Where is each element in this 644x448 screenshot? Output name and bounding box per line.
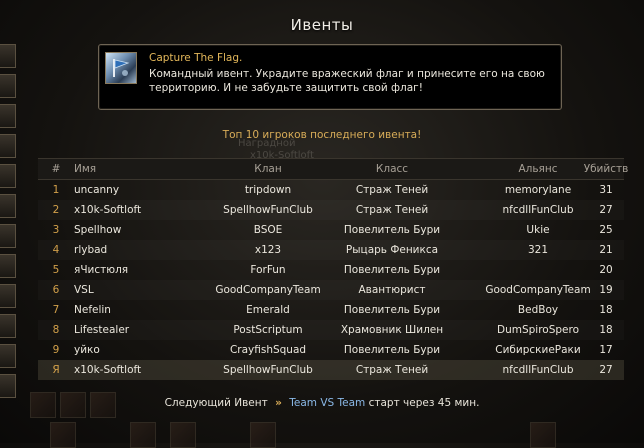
toolbar-slot[interactable]: [0, 344, 16, 368]
clan-cell: x123: [254, 244, 282, 256]
kills-cell: 31: [599, 184, 613, 196]
toolbar-slot[interactable]: [0, 74, 16, 98]
column-header-kills[interactable]: Убийств: [566, 159, 644, 179]
rank-cell: 3: [52, 224, 60, 236]
class-cell: Повелитель Бури: [343, 344, 441, 356]
clan-cell: CrayfishSquad: [229, 344, 307, 356]
class-cell: Страж Теней: [355, 184, 429, 196]
table-row[interactable]: 9 уйко CrayfishSquad Повелитель Бури Сиб…: [38, 340, 624, 360]
skill-slot[interactable]: [50, 422, 76, 448]
table-row[interactable]: 5 яЧистюля ForFun Повелитель Бури 20: [38, 260, 624, 280]
clan-cell: BSOE: [253, 224, 283, 236]
table-row[interactable]: 3 Spellhow BSOE Повелитель Бури Ukie 25: [38, 220, 624, 240]
clan-cell: PostScriptum: [233, 324, 303, 336]
kills-cell: 21: [599, 244, 613, 256]
kills-cell: 27: [599, 364, 613, 376]
clan-cell: ForFun: [250, 264, 286, 276]
next-event-start-time: старт через 45 мин.: [368, 397, 480, 409]
table-row-current-player[interactable]: Я x10k-Softloft SpellhowFunClub Страж Те…: [38, 360, 624, 380]
clan-cell: SpellhowFunClub: [223, 204, 313, 216]
kills-cell: 18: [599, 324, 613, 336]
table-row[interactable]: 8 Lifestealer PostScriptum Храмовник Шил…: [38, 320, 624, 340]
class-cell: Страж Теней: [355, 364, 429, 376]
rank-cell: 1: [52, 184, 60, 196]
table-row[interactable]: 1 uncanny tripdown Страж Теней memorylan…: [38, 180, 624, 200]
event-info-panel: Capture The Flag. Командный ивент. Украд…: [98, 44, 562, 110]
column-header-num[interactable]: #: [38, 159, 74, 179]
top-players-caption: Топ 10 игроков последнего ивента!: [222, 129, 422, 141]
table-row[interactable]: 7 Nefelin Emerald Повелитель Бури BedBoy…: [38, 300, 624, 320]
clan-cell: GoodCompanyTeam: [215, 284, 321, 296]
kills-cell: 17: [599, 344, 613, 356]
next-event-line: Следующий Ивент » Team VS Team старт чер…: [0, 397, 644, 409]
class-cell: Повелитель Бури: [343, 264, 441, 276]
rank-cell: 5: [52, 264, 60, 276]
window-title: Ивенты: [290, 16, 354, 34]
rank-cell: 8: [52, 324, 60, 336]
skill-slot[interactable]: [250, 422, 276, 448]
event-description: Командный ивент. Украдите вражеский флаг…: [149, 68, 545, 94]
toolbar-slot[interactable]: [0, 224, 16, 248]
class-cell: Страж Теней: [355, 204, 429, 216]
rank-cell: Я: [52, 364, 60, 376]
kills-cell: 18: [599, 304, 613, 316]
column-header-class[interactable]: Класс: [327, 159, 457, 179]
skill-slot[interactable]: [170, 422, 196, 448]
kills-cell: 27: [599, 204, 613, 216]
rank-cell: 2: [52, 204, 60, 216]
rank-cell: 6: [52, 284, 60, 296]
toolbar-slot[interactable]: [0, 254, 16, 278]
rank-cell: 4: [52, 244, 60, 256]
clan-cell: tripdown: [244, 184, 292, 196]
toolbar-slot[interactable]: [0, 284, 16, 308]
kills-cell: 19: [599, 284, 613, 296]
table-row[interactable]: 4 rlybad x123 Рыцарь Феникса 321 21: [38, 240, 624, 260]
class-cell: Авантюрист: [358, 284, 426, 296]
toolbar-slot[interactable]: [0, 314, 16, 338]
next-event-prefix: Следующий Ивент: [164, 397, 268, 409]
table-header: # Имя Клан Класс Альянс Убийств: [38, 158, 628, 180]
toolbar-slot[interactable]: [0, 194, 16, 218]
class-cell: Храмовник Шилен: [340, 324, 444, 336]
skill-slot[interactable]: [130, 422, 156, 448]
toolbar-slot[interactable]: [0, 44, 16, 68]
rank-cell: 7: [52, 304, 60, 316]
kills-cell: 25: [599, 224, 613, 236]
next-event-name[interactable]: Team VS Team: [289, 397, 365, 409]
clan-cell: Emerald: [246, 304, 290, 316]
clan-cell: SpellhowFunClub: [223, 364, 313, 376]
skill-slot[interactable]: [530, 422, 556, 448]
event-name: Capture The Flag.: [149, 52, 243, 64]
toolbar-slot[interactable]: [0, 104, 16, 128]
capture-flag-icon: [105, 52, 137, 84]
top-players-table: # Имя Клан Класс Альянс Убийств 1 uncann…: [38, 158, 628, 380]
toolbar-slot[interactable]: [0, 374, 16, 398]
class-cell: Повелитель Бури: [343, 224, 441, 236]
left-toolbar-strip: [0, 40, 18, 420]
class-cell: Повелитель Бури: [343, 304, 441, 316]
toolbar-slot[interactable]: [0, 164, 16, 188]
table-row[interactable]: 2 x10k-Softloft SpellhowFunClub Страж Те…: [38, 200, 624, 220]
double-chevron-icon: »: [275, 397, 282, 409]
class-cell: Рыцарь Феникса: [345, 244, 439, 256]
rank-cell: 9: [52, 344, 60, 356]
table-row[interactable]: 6 VSL GoodCompanyTeam Авантюрист GoodCom…: [38, 280, 624, 300]
column-header-clan[interactable]: Клан: [188, 159, 348, 179]
kills-cell: 20: [599, 264, 613, 276]
